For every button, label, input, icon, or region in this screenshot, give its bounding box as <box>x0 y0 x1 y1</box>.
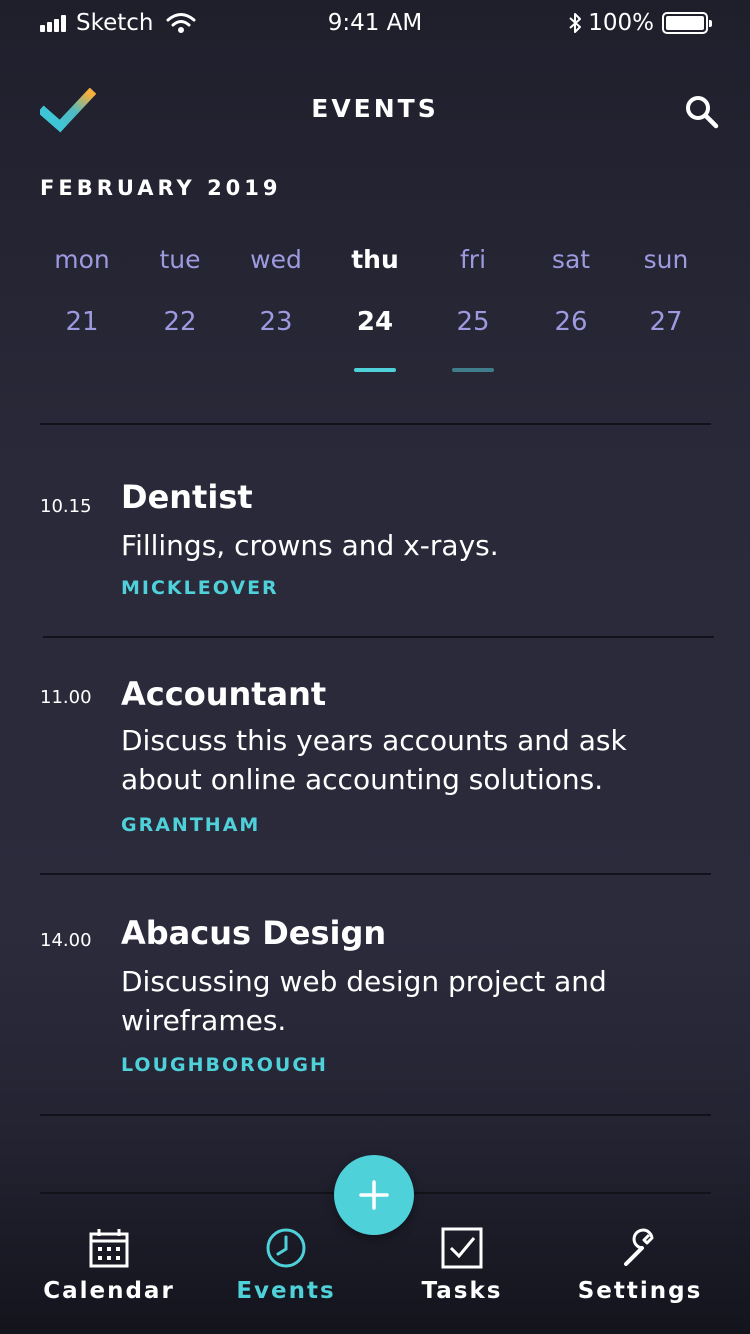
divider <box>43 636 714 638</box>
status-right: 100% <box>568 10 712 36</box>
day-number: 21 <box>65 307 99 337</box>
bluetooth-icon <box>569 13 582 33</box>
event-title: Dentist <box>121 478 253 516</box>
day-sun[interactable]: sun 27 <box>621 240 711 338</box>
event-time: 10.15 <box>40 496 92 517</box>
divider <box>40 1114 711 1116</box>
event-location: GRANTHAM <box>121 814 261 836</box>
day-name: mon <box>54 245 110 274</box>
day-mon[interactable]: mon 21 <box>37 240 127 338</box>
checkbox-icon <box>441 1227 483 1269</box>
day-name: thu <box>351 245 399 274</box>
search-icon[interactable] <box>684 94 720 130</box>
divider <box>40 873 711 875</box>
day-name: fri <box>459 245 487 274</box>
event-description: Discussing web design project and wirefr… <box>121 965 607 1037</box>
day-name: wed <box>250 245 302 274</box>
tab-tasks[interactable]: Tasks <box>372 1226 552 1304</box>
wrench-icon <box>624 1228 654 1266</box>
clock-icon <box>266 1228 306 1268</box>
day-name: tue <box>159 245 201 274</box>
week-strip: mon 21 tue 22 wed 23 thu 24 fri 25 sat 2… <box>0 240 750 380</box>
calendar-icon <box>89 1229 129 1268</box>
event-title: Accountant <box>121 675 327 713</box>
event-description: Fillings, crowns and x-rays. <box>121 529 499 562</box>
day-fri[interactable]: fri 25 <box>428 240 518 372</box>
month-label: FEBRUARY 2019 <box>40 176 282 200</box>
day-tue[interactable]: tue 22 <box>135 240 225 338</box>
event-time: 11.00 <box>40 687 92 708</box>
day-thu[interactable]: thu 24 <box>330 240 420 372</box>
tab-events[interactable]: Events <box>196 1226 376 1304</box>
tab-label: Calendar <box>43 1278 175 1304</box>
event-location: MICKLEOVER <box>121 577 279 599</box>
day-number: 24 <box>356 307 394 337</box>
tab-settings[interactable]: Settings <box>550 1226 730 1304</box>
tab-calendar[interactable]: Calendar <box>19 1226 199 1304</box>
battery-icon <box>662 12 712 34</box>
status-bar: Sketch 9:41 AM 100% <box>0 0 750 50</box>
selected-day-indicator <box>354 368 396 372</box>
event-location: LOUGHBOROUGH <box>121 1054 328 1076</box>
day-number: 22 <box>163 307 197 337</box>
add-event-button[interactable] <box>334 1155 414 1235</box>
day-wed[interactable]: wed 23 <box>231 240 321 338</box>
event-item[interactable]: 10.15 Dentist Fillings, crowns and x-ray… <box>40 478 711 618</box>
event-time: 14.00 <box>40 930 92 951</box>
event-item[interactable]: 14.00 Abacus Design Discussing web desig… <box>40 914 711 1094</box>
day-name: sun <box>643 245 689 274</box>
day-number: 27 <box>649 307 683 337</box>
plus-icon <box>359 1180 389 1210</box>
day-number: 25 <box>456 307 490 337</box>
event-day-indicator <box>452 368 494 372</box>
tab-label: Events <box>236 1278 336 1304</box>
event-item[interactable]: 11.00 Accountant Discuss this years acco… <box>40 675 711 855</box>
tab-label: Settings <box>577 1278 703 1304</box>
event-description: Discuss this years accounts and ask abou… <box>121 724 627 796</box>
day-number: 26 <box>554 307 588 337</box>
event-title: Abacus Design <box>121 914 387 952</box>
page-title: EVENTS <box>311 94 439 123</box>
divider <box>40 423 711 425</box>
tab-label: Tasks <box>421 1278 503 1304</box>
battery-percent: 100% <box>588 10 654 36</box>
day-number: 23 <box>259 307 293 337</box>
day-sat[interactable]: sat 26 <box>526 240 616 338</box>
day-name: sat <box>551 245 591 274</box>
